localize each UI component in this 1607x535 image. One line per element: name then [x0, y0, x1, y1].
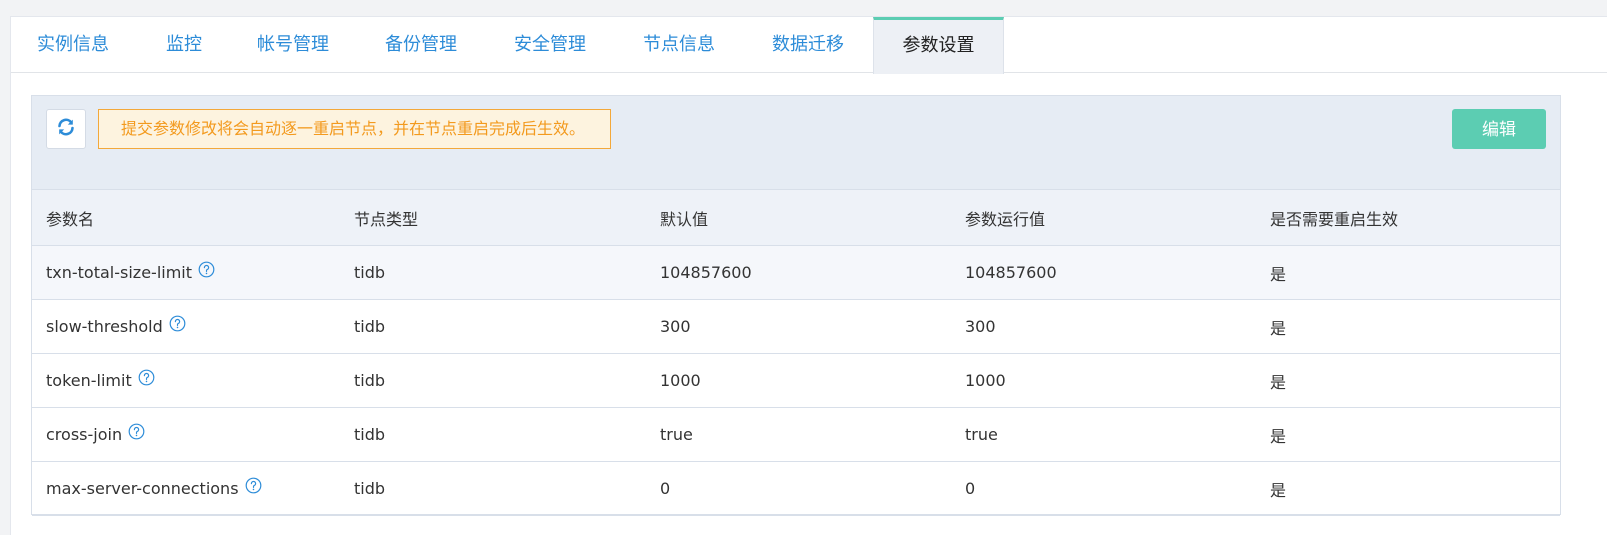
- restart-warning-notice: 提交参数修改将会自动逐一重启节点，并在节点重启完成后生效。: [98, 109, 611, 149]
- help-icon[interactable]: [169, 315, 186, 336]
- parameter-name: max-server-connections: [46, 478, 239, 498]
- help-icon[interactable]: [245, 477, 262, 498]
- help-icon[interactable]: [128, 423, 145, 444]
- default-value-cell: 104857600: [646, 245, 951, 300]
- running-value-cell: 104857600: [951, 245, 1256, 300]
- table-row: txn-total-size-limit tidb 104857600 1048…: [32, 245, 1560, 300]
- tab-parameter-settings[interactable]: 参数设置: [873, 17, 1004, 74]
- parameter-name: cross-join: [46, 424, 123, 444]
- default-value-cell: 1000: [646, 353, 951, 408]
- parameter-name-cell: max-server-connections: [32, 461, 340, 516]
- refresh-button[interactable]: [46, 109, 86, 149]
- tab-account-management[interactable]: 帐号管理: [257, 17, 329, 73]
- parameter-name-cell: txn-total-size-limit: [32, 245, 340, 300]
- default-value-cell: 300: [646, 299, 951, 354]
- node-type-cell: tidb: [340, 245, 646, 300]
- node-type-cell: tidb: [340, 461, 646, 516]
- parameter-name: slow-threshold: [46, 316, 163, 336]
- tab-instance-info[interactable]: 实例信息: [37, 17, 109, 73]
- tab-monitoring[interactable]: 监控: [166, 17, 202, 73]
- tab-security-management[interactable]: 安全管理: [514, 17, 586, 73]
- restart-required-cell: 是: [1256, 299, 1560, 354]
- column-header-default-value: 默认值: [646, 190, 951, 246]
- parameter-settings-content: 提交参数修改将会自动逐一重启节点，并在节点重启完成后生效。 编辑 参数名 节点类…: [31, 95, 1561, 516]
- running-value-cell: true: [951, 407, 1256, 462]
- table-row: slow-threshold tidb 300 300 是: [32, 299, 1560, 354]
- running-value-cell: 1000: [951, 353, 1256, 408]
- parameter-name-cell: token-limit: [32, 353, 340, 408]
- parameter-name-cell: cross-join: [32, 407, 340, 462]
- parameters-table: 参数名 节点类型 默认值 参数运行值 是否需要重启生效 txn-total-si…: [32, 190, 1560, 516]
- parameter-name-cell: slow-threshold: [32, 299, 340, 354]
- running-value-cell: 300: [951, 299, 1256, 354]
- toolbar: 提交参数修改将会自动逐一重启节点，并在节点重启完成后生效。 编辑: [32, 96, 1560, 190]
- table-header-row: 参数名 节点类型 默认值 参数运行值 是否需要重启生效: [32, 190, 1560, 246]
- help-icon[interactable]: [138, 369, 155, 390]
- parameter-name: token-limit: [46, 370, 132, 390]
- instance-detail-panel: 实例信息 监控 帐号管理 备份管理 安全管理 节点信息 数据迁移 参数设置 提交…: [10, 16, 1607, 535]
- node-type-cell: tidb: [340, 353, 646, 408]
- column-header-restart-required: 是否需要重启生效: [1256, 190, 1560, 246]
- default-value-cell: true: [646, 407, 951, 462]
- tab-bar: 实例信息 监控 帐号管理 备份管理 安全管理 节点信息 数据迁移 参数设置: [11, 17, 1607, 74]
- column-header-node-type: 节点类型: [340, 190, 646, 246]
- node-type-cell: tidb: [340, 299, 646, 354]
- column-header-running-value: 参数运行值: [951, 190, 1256, 246]
- table-row: cross-join tidb true true 是: [32, 407, 1560, 462]
- restart-required-cell: 是: [1256, 461, 1560, 516]
- tab-backup-management[interactable]: 备份管理: [385, 17, 457, 73]
- tab-node-info[interactable]: 节点信息: [643, 17, 715, 73]
- refresh-icon: [56, 117, 76, 141]
- restart-required-cell: 是: [1256, 407, 1560, 462]
- table-row: token-limit tidb 1000 1000 是: [32, 353, 1560, 408]
- restart-required-cell: 是: [1256, 353, 1560, 408]
- node-type-cell: tidb: [340, 407, 646, 462]
- table-row: max-server-connections tidb 0 0 是: [32, 461, 1560, 516]
- help-icon[interactable]: [198, 261, 215, 282]
- restart-required-cell: 是: [1256, 245, 1560, 300]
- tab-data-migration[interactable]: 数据迁移: [772, 17, 844, 73]
- edit-button[interactable]: 编辑: [1452, 109, 1546, 149]
- parameter-name: txn-total-size-limit: [46, 262, 193, 282]
- column-header-parameter-name: 参数名: [32, 190, 340, 246]
- default-value-cell: 0: [646, 461, 951, 516]
- running-value-cell: 0: [951, 461, 1256, 516]
